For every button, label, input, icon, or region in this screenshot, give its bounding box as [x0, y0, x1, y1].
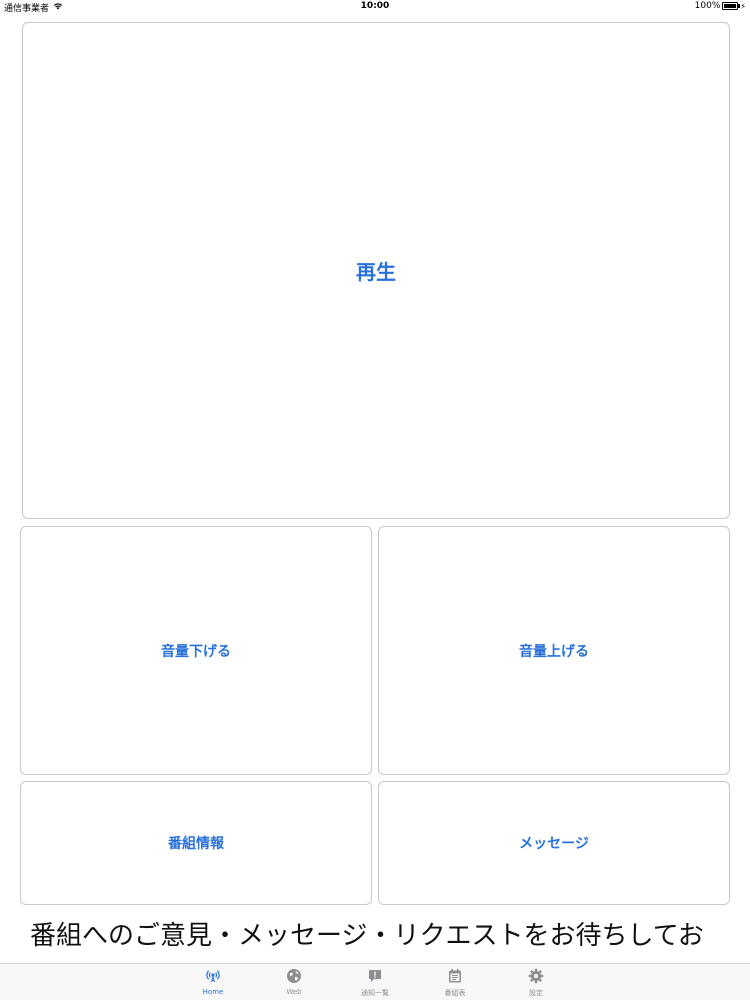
- program-info-button[interactable]: 番組情報: [20, 781, 372, 905]
- tab-schedule[interactable]: 番組表: [425, 968, 485, 1000]
- gear-icon: [528, 968, 544, 984]
- status-time: 10:00: [360, 1, 390, 11]
- play-button[interactable]: 再生: [22, 22, 730, 519]
- tab-notifications[interactable]: 通知一覧: [345, 968, 405, 1000]
- status-bar: 通信事業者 10:00 100% ⚡: [0, 0, 750, 14]
- tab-bar: Home Web 通知一覧 番組表 設定: [0, 963, 750, 1000]
- app-screen: 通信事業者 10:00 100% ⚡ 再生 音量下げる 音量上げる 番組情報 メ…: [0, 0, 750, 1000]
- charging-icon: ⚡: [740, 1, 746, 11]
- marquee-text: 番組へのご意見・メッセージ・リクエストをお待ちしてお: [30, 921, 704, 951]
- battery-fill: [724, 4, 737, 8]
- message-button[interactable]: メッセージ: [378, 781, 730, 905]
- status-right: 100% ⚡: [695, 1, 746, 11]
- battery-percent: 100%: [694, 1, 721, 11]
- volume-down-button[interactable]: 音量下げる: [20, 526, 372, 775]
- notification-icon: [367, 968, 383, 984]
- tab-web[interactable]: Web: [264, 968, 324, 1000]
- tab-home[interactable]: Home: [183, 968, 243, 1000]
- tab-schedule-label: 番組表: [444, 989, 466, 997]
- calendar-icon: [447, 968, 463, 984]
- battery-icon: [722, 2, 741, 10]
- tab-web-label: Web: [286, 988, 302, 996]
- globe-icon: [286, 968, 302, 984]
- tab-home-label: Home: [202, 988, 224, 996]
- volume-up-button[interactable]: 音量上げる: [378, 526, 730, 775]
- radio-antenna-icon: [205, 968, 221, 984]
- tab-settings-label: 設定: [529, 989, 543, 997]
- tab-notifications-label: 通知一覧: [361, 989, 389, 997]
- tab-settings[interactable]: 設定: [506, 968, 566, 1000]
